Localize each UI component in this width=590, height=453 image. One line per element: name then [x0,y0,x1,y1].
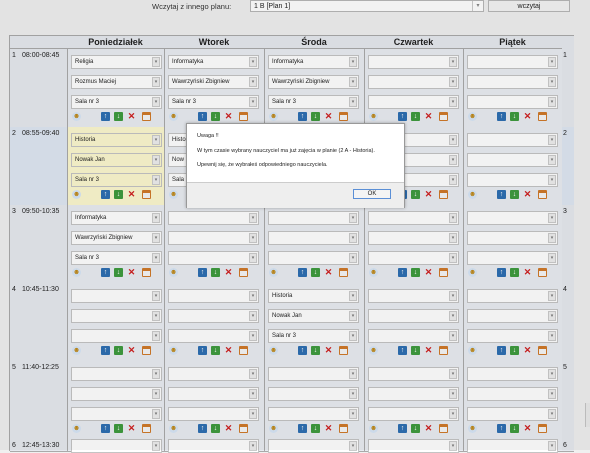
warning-dialog: Uwaga !! W tym czasie wybrany nauczyciel… [186,123,405,208]
dialog-footer: OK [187,182,404,208]
dialog-message-line2: Upewnij się, że wybrałeś odpowiedniego n… [197,162,328,168]
dialog-title: Uwaga !! [197,133,219,139]
modal-overlay [0,0,590,450]
dialog-message-line1: W tym czasie wybrany nauczyciel ma już z… [197,148,375,154]
ok-button[interactable]: OK [353,189,391,199]
scrollbar[interactable] [585,403,590,427]
